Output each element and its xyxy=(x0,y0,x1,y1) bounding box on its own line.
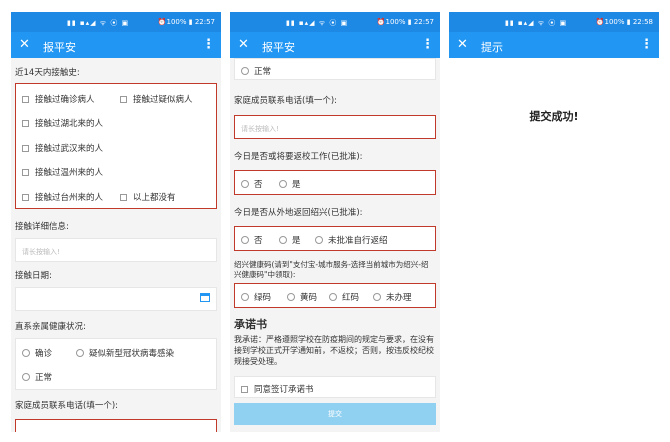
battery-level: 100% xyxy=(166,18,187,26)
agree-pledge-row[interactable]: 同意签订承诺书 xyxy=(234,376,436,398)
close-icon[interactable]: ✕ xyxy=(457,37,468,52)
family-phone-input[interactable]: 请长按输入! xyxy=(234,115,436,139)
health-code-label: 绍兴健康码(请到"支付宝-城市服务-选择当前城市为绍兴-绍兴健康码"中领取): xyxy=(234,260,429,279)
return-school-label: 今日是否或将要返校工作(已批准): xyxy=(234,152,363,162)
radio-return-yes[interactable]: 是 xyxy=(279,178,301,190)
pledge-heading: 承诺书 xyxy=(234,318,267,331)
calendar-icon[interactable] xyxy=(200,293,210,302)
title-bar: ✕ 报平安 ⋮ xyxy=(11,32,221,58)
page-title: 报平安 xyxy=(262,41,295,54)
radio-icon xyxy=(22,349,30,357)
family-phone-placeholder: 请长按输入! xyxy=(241,125,279,133)
checkbox-contact-suspected[interactable]: 接触过疑似病人 xyxy=(120,93,193,105)
status-time: 22:57 xyxy=(413,18,434,26)
radio-icon xyxy=(241,293,249,301)
checkbox-icon xyxy=(120,194,127,201)
radio-code-green[interactable]: 绿码 xyxy=(241,291,271,303)
radio-icon xyxy=(241,180,249,188)
screen-success: ▮▮ ▪▴◢ ᯤ ⦿ ▣ ⏰100% ▮ 22:58 ✕ 提示 ⋮ 提交成功! xyxy=(449,12,659,432)
radio-icon xyxy=(329,293,337,301)
submit-button[interactable]: 提交 xyxy=(234,403,436,425)
contact-history-label: 近14天内接触史: xyxy=(15,68,80,78)
radio-outside-no[interactable]: 否 xyxy=(241,234,263,246)
page-title: 提示 xyxy=(481,41,503,54)
checkbox-contact-wenzhou[interactable]: 接触过温州来的人 xyxy=(22,166,103,178)
page-title: 报平安 xyxy=(43,41,76,54)
checkbox-icon xyxy=(241,386,248,393)
radio-outside-unapproved[interactable]: 未批准自行返绍 xyxy=(315,234,388,246)
radio-icon xyxy=(279,236,287,244)
radio-icon xyxy=(22,373,30,381)
radio-icon xyxy=(76,349,84,357)
radio-return-no[interactable]: 否 xyxy=(241,178,263,190)
screen-form-part1: ▮▮ ▪▴◢ ᯤ ⦿ ▣ ⏰100% ▮ 22:57 ✕ 报平安 ⋮ 近14天内… xyxy=(11,12,221,432)
checkbox-contact-confirmed[interactable]: 接触过确诊病人 xyxy=(22,93,95,105)
health-code-group: 绿码 黄码 红码 未办理 xyxy=(234,283,436,308)
return-shaoxing-label: 今日是否从外地返回绍兴(已批准): xyxy=(234,208,363,218)
radio-code-red[interactable]: 红码 xyxy=(329,291,359,303)
checkbox-icon xyxy=(22,145,29,152)
status-bar: ▮▮ ▪▴◢ ᯤ ⦿ ▣ ⏰100% ▮ 22:58 xyxy=(449,12,659,32)
family-phone-label: 家庭成员联系电话(填一个): xyxy=(15,401,118,411)
family-phone-input[interactable] xyxy=(15,419,217,432)
radio-outside-yes[interactable]: 是 xyxy=(279,234,301,246)
status-bar: ▮▮ ▪▴◢ ᯤ ⦿ ▣ ⏰100% ▮ 22:57 xyxy=(11,12,221,32)
close-icon[interactable]: ✕ xyxy=(19,37,30,52)
radio-family-normal[interactable]: 正常 xyxy=(241,65,271,77)
family-health-label: 直系亲属健康状况: xyxy=(15,322,86,332)
checkbox-contact-none[interactable]: 以上都没有 xyxy=(120,191,176,203)
screen-form-part2: ▮▮ ▪▴◢ ᯤ ⦿ ▣ ⏰100% ▮ 22:57 ✕ 报平安 ⋮ 正常 家庭… xyxy=(230,12,440,432)
radio-icon xyxy=(287,293,295,301)
contact-history-group: 接触过确诊病人 接触过疑似病人 接触过湖北来的人 接触过武汉来的人 接触过温州来… xyxy=(15,83,217,209)
family-health-group: 确诊 疑似新型冠状病毒感染 正常 xyxy=(15,338,217,390)
checkbox-icon xyxy=(22,120,29,127)
radio-code-none[interactable]: 未办理 xyxy=(373,291,412,303)
checkbox-contact-wuhan[interactable]: 接触过武汉来的人 xyxy=(22,142,103,154)
contact-detail-input[interactable]: 请长按输入! xyxy=(15,238,217,262)
radio-family-suspected[interactable]: 疑似新型冠状病毒感染 xyxy=(76,347,174,359)
status-time: 22:57 xyxy=(194,18,215,26)
success-message: 提交成功! xyxy=(529,110,579,123)
title-bar: ✕ 报平安 ⋮ xyxy=(230,32,440,58)
more-options-icon[interactable]: ⋮ xyxy=(421,37,434,52)
title-bar: ✕ 提示 ⋮ xyxy=(449,32,659,58)
more-options-icon[interactable]: ⋮ xyxy=(640,37,653,52)
close-icon[interactable]: ✕ xyxy=(238,37,249,52)
radio-icon xyxy=(315,236,323,244)
signal-icons: ▮▮ ▪▴◢ ᯤ ⦿ ▣ xyxy=(505,19,568,27)
radio-icon xyxy=(241,67,249,75)
contact-detail-placeholder: 请长按输入! xyxy=(22,248,60,256)
radio-icon xyxy=(241,236,249,244)
status-bar: ▮▮ ▪▴◢ ᯤ ⦿ ▣ ⏰100% ▮ 22:57 xyxy=(230,12,440,32)
radio-icon xyxy=(279,180,287,188)
family-health-group-tail: 正常 xyxy=(234,58,436,80)
signal-icons: ▮▮ ▪▴◢ ᯤ ⦿ ▣ xyxy=(67,19,130,27)
contact-detail-label: 接触详细信息: xyxy=(15,222,69,232)
checkbox-icon xyxy=(120,96,127,103)
contact-date-label: 接触日期: xyxy=(15,271,52,281)
more-options-icon[interactable]: ⋮ xyxy=(202,37,215,52)
checkbox-icon xyxy=(22,169,29,176)
family-phone-label: 家庭成员联系电话(填一个): xyxy=(234,96,337,106)
checkbox-contact-taizhou[interactable]: 接触过台州来的人 xyxy=(22,191,103,203)
checkbox-icon xyxy=(22,194,29,201)
return-school-group: 否 是 xyxy=(234,170,436,195)
battery-level: 100% xyxy=(385,18,406,26)
contact-date-input[interactable] xyxy=(15,287,217,311)
return-shaoxing-group: 否 是 未批准自行返绍 xyxy=(234,226,436,251)
pledge-text: 我承诺：严格遵照学校在防疫期间的规定与要求，在没有接到学校正式开学通知前，不返校… xyxy=(234,335,434,366)
radio-family-normal[interactable]: 正常 xyxy=(22,371,52,383)
checkbox-icon xyxy=(22,96,29,103)
status-time: 22:58 xyxy=(632,18,653,26)
radio-family-confirmed[interactable]: 确诊 xyxy=(22,347,52,359)
signal-icons: ▮▮ ▪▴◢ ᯤ ⦿ ▣ xyxy=(286,19,349,27)
radio-code-yellow[interactable]: 黄码 xyxy=(287,291,317,303)
battery-level: 100% xyxy=(604,18,625,26)
checkbox-agree-pledge[interactable]: 同意签订承诺书 xyxy=(241,383,314,395)
radio-icon xyxy=(373,293,381,301)
checkbox-contact-hubei[interactable]: 接触过湖北来的人 xyxy=(22,117,103,129)
